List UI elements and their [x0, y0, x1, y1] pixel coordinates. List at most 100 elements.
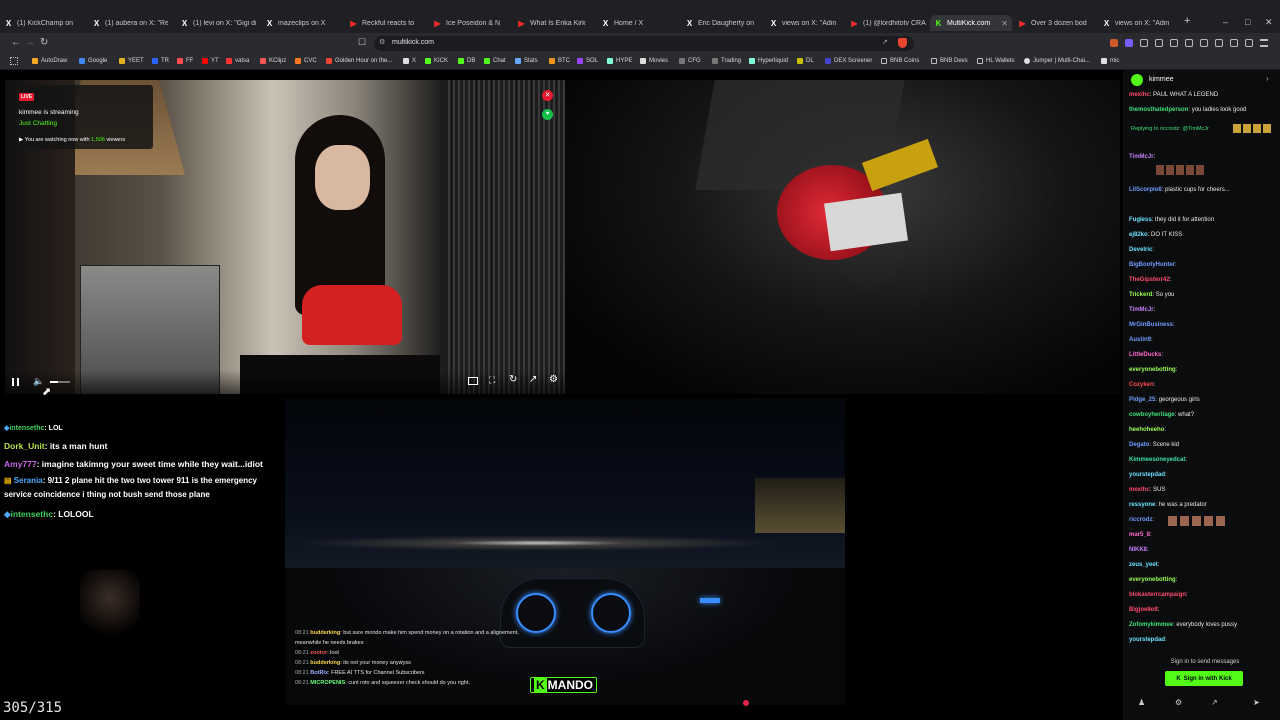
extension-icon[interactable] [1245, 39, 1253, 47]
maximize-icon[interactable]: □ [1245, 17, 1250, 27]
sign-in-button[interactable]: K Sign in with Kick [1165, 671, 1243, 686]
extension-icon[interactable] [1170, 39, 1178, 47]
bookmark-folder[interactable]: HL Wallets [977, 58, 1015, 64]
stream-category[interactable]: Just Chatting [19, 120, 57, 127]
bookmark-item[interactable]: Jumper | Multi-Chai... [1024, 58, 1090, 64]
bookmark-item[interactable]: Golden Hour on the... [326, 58, 392, 64]
chat-username[interactable]: NIKK8 [1129, 547, 1147, 553]
popout-icon[interactable]: ↗ [529, 374, 537, 385]
extension-icon[interactable] [1185, 39, 1193, 47]
bookmark-item[interactable]: mic [1101, 58, 1119, 64]
site-info-icon[interactable]: ⚙ [379, 38, 385, 46]
browser-tab[interactable]: X (1) KickChamp on [4, 15, 80, 31]
chat-username[interactable]: cowboyheritage [1129, 412, 1175, 418]
browser-tab[interactable]: X Home / X [601, 15, 677, 31]
bookmark-item[interactable]: Chat [484, 58, 506, 64]
extension-icon[interactable] [1140, 39, 1148, 47]
apps-icon[interactable] [10, 57, 18, 65]
reload-stream-icon[interactable]: ↻ [509, 374, 517, 385]
chat-username[interactable]: TheGipsterr42 [1129, 277, 1170, 283]
browser-tab[interactable]: ▶ Over 3 dozen bod [1018, 15, 1094, 31]
chat-username[interactable]: heehoheeho [1129, 427, 1164, 433]
bookmark-item[interactable]: BTC [549, 58, 570, 64]
browser-tab[interactable]: ▶(1) @lordhitotv CRASH [850, 15, 926, 31]
close-tab-icon[interactable]: ✕ [1001, 19, 1008, 28]
reload-icon[interactable]: ↻ [40, 37, 48, 48]
popout-chat-icon[interactable]: ↗ [1211, 698, 1218, 707]
chat-username[interactable]: blokasterrcampaign [1129, 592, 1186, 598]
chat-username[interactable]: Zofomykimmee [1129, 622, 1173, 628]
brave-shield-icon[interactable] [898, 38, 907, 48]
bookmark-item[interactable]: CFG [679, 58, 701, 64]
chat-username[interactable]: Pidge_25 [1129, 397, 1155, 403]
chat-username[interactable]: ressyone [1129, 502, 1155, 508]
browser-tab[interactable]: Xviews on X: "Adin [769, 15, 845, 31]
stream-player-main[interactable]: LIVE kimmee is streaming Just Chatting ▶… [5, 80, 565, 394]
chat-username[interactable]: mexihc [1129, 92, 1150, 98]
browser-tab[interactable]: X (1) levi on X: "Gigi dro [180, 15, 256, 31]
bookmark-item[interactable]: CVC [295, 58, 317, 64]
chat-username[interactable]: Fugless [1129, 217, 1152, 223]
chat-username[interactable]: everyonebotting [1129, 577, 1176, 583]
browser-tab[interactable]: ▶ Ice Poseidon & N [433, 15, 509, 31]
bookmark-item[interactable]: DB [458, 58, 475, 64]
extension-icon[interactable] [1125, 39, 1133, 47]
chat-username[interactable]: Cozyken [1129, 382, 1154, 388]
forward-icon[interactable]: → [25, 37, 35, 48]
chat-username[interactable]: yourstepdad [1129, 637, 1165, 643]
bookmark-item[interactable]: Hyperliquid [749, 58, 788, 64]
extension-icon[interactable] [1215, 39, 1223, 47]
send-icon[interactable]: ➤ [1253, 698, 1260, 707]
settings-icon[interactable]: ⚙ [1175, 698, 1182, 707]
bookmark-folder[interactable]: BNB Coins [881, 58, 919, 64]
bookmark-item[interactable]: SOL [577, 58, 598, 64]
stream-player-secondary[interactable] [565, 80, 1120, 394]
chat-username[interactable]: BigBootyHunter [1129, 262, 1175, 268]
pause-icon[interactable] [12, 378, 19, 386]
users-icon[interactable]: ♟ [1138, 698, 1145, 707]
browser-tab-active[interactable]: K MultiKick.com ✕ [930, 15, 1012, 31]
browser-tab[interactable]: X(1) aubera on X: "Resu [92, 15, 168, 31]
chat-username[interactable]: MrGinBusiness [1129, 322, 1173, 328]
chat-username[interactable]: zeus_yeet [1129, 562, 1158, 568]
bookmark-item[interactable]: KICK [425, 58, 448, 64]
chat-username[interactable]: Trickerd [1129, 292, 1152, 298]
back-icon[interactable]: ← [11, 37, 21, 48]
bookmark-item[interactable]: vatsa [226, 58, 249, 64]
chat-username[interactable]: themosthatedperson [1129, 107, 1188, 113]
stream-player-driving[interactable]: 08:21 budderking: but sure mondo make hi… [285, 398, 845, 705]
chat-username[interactable]: mexihc [1129, 487, 1150, 493]
bookmark-icon[interactable]: ☐ [358, 37, 366, 48]
chat-username[interactable]: riccrodz [1129, 517, 1152, 523]
bookmark-item[interactable]: TR [152, 58, 169, 64]
bookmark-item[interactable]: Google [79, 58, 107, 64]
browser-tab[interactable]: Xmazeclips on X [265, 15, 341, 31]
chat-username[interactable]: everyonebotting [1129, 367, 1176, 373]
bookmark-item[interactable]: YEET [119, 58, 144, 64]
chat-username[interactable]: Amy777 [4, 459, 37, 469]
chat-username[interactable]: TimMcJr [1129, 307, 1154, 313]
chat-username[interactable]: Kimmeesoneyedcat [1129, 457, 1185, 463]
bookmark-item[interactable]: KClipz [260, 58, 286, 64]
fullscreen-icon[interactable]: ⛶ [489, 375, 495, 386]
volume-slider[interactable] [50, 381, 70, 383]
bookmark-item[interactable]: DL [797, 58, 814, 64]
bookmark-item[interactable]: Stats [515, 58, 538, 64]
bookmark-item[interactable]: Movies [640, 58, 668, 64]
chat-username[interactable]: ej82ko [1129, 232, 1148, 238]
minimize-icon[interactable]: – [1223, 17, 1228, 27]
chat-username[interactable]: TimMcJr [1129, 154, 1154, 160]
bookmark-item[interactable]: FF [177, 58, 193, 64]
close-window-icon[interactable]: ✕ [1265, 17, 1273, 28]
favorite-icon[interactable]: ♥ [542, 109, 553, 120]
chat-username[interactable]: mar5_8 [1129, 532, 1150, 538]
bookmark-item[interactable]: HYPE [607, 58, 632, 64]
bookmark-item[interactable]: X [403, 58, 416, 64]
browser-tab[interactable]: ▶ What Is Erika Kirk [517, 15, 593, 31]
chat-username[interactable]: Austin9 [1129, 337, 1151, 343]
pip-icon[interactable] [468, 377, 478, 385]
bookmark-item[interactable]: AutoDraw [32, 58, 67, 64]
extension-icon[interactable] [1155, 39, 1163, 47]
bookmark-folder[interactable]: BNB Devs [931, 58, 968, 64]
bookmark-item[interactable]: YT [202, 58, 219, 64]
